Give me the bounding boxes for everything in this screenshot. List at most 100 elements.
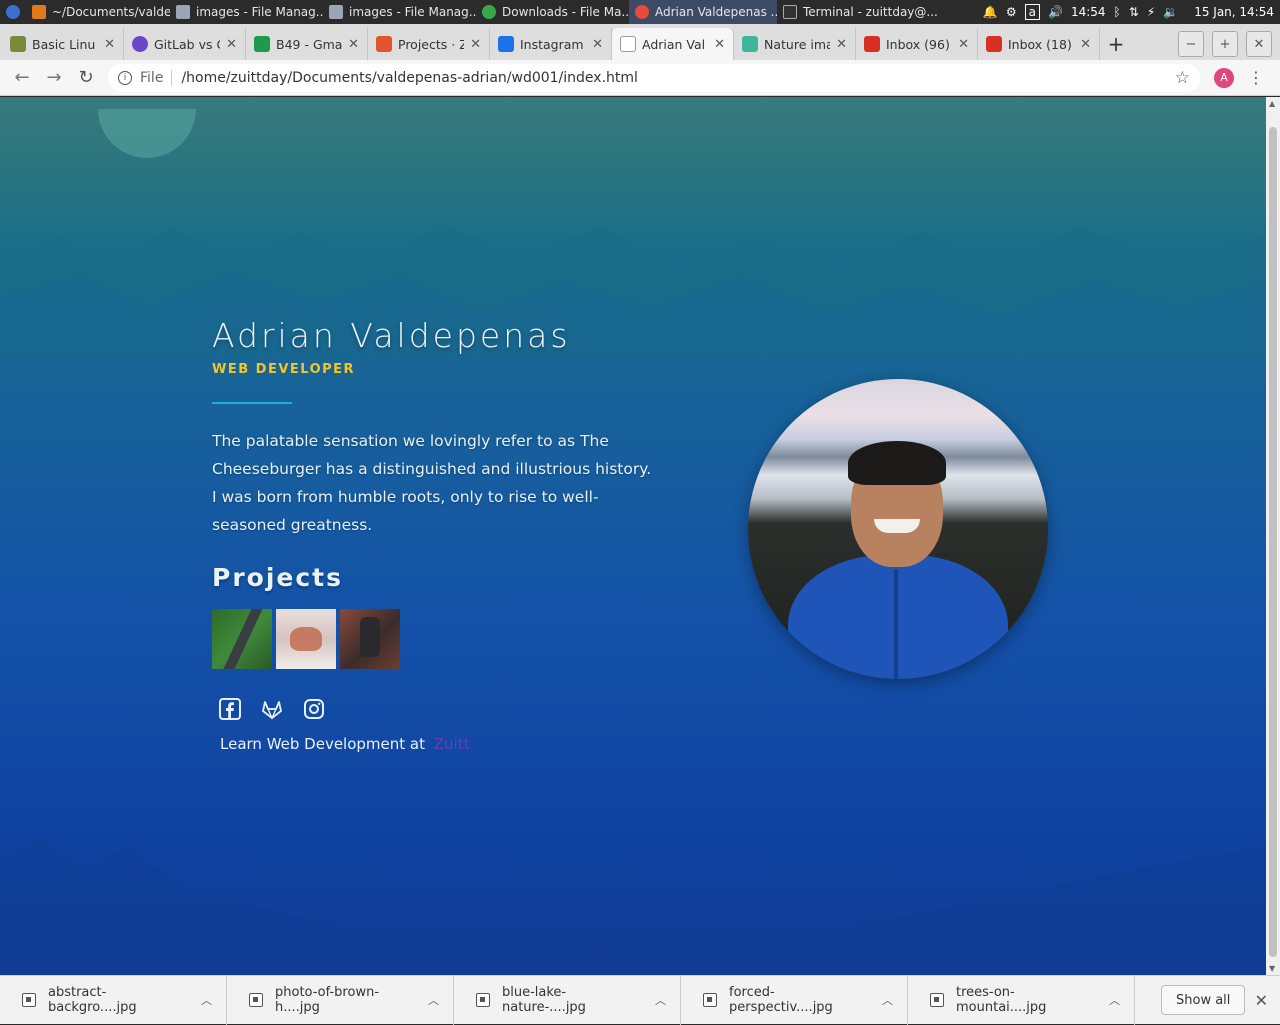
taskbar-item-browser[interactable]: Adrian Valdepenas ...: [629, 0, 777, 24]
info-icon[interactable]: i: [118, 70, 132, 85]
tab-nature-images[interactable]: Nature ima ✕: [734, 28, 856, 60]
clock-time[interactable]: 14:54: [1071, 5, 1106, 19]
chevron-up-icon[interactable]: ︿: [201, 992, 226, 1008]
image-file-icon: [930, 993, 944, 1007]
show-all-button[interactable]: Show all: [1161, 985, 1246, 1015]
instagram-icon[interactable]: [302, 697, 326, 721]
zuitt-link[interactable]: Zuitt: [434, 735, 470, 753]
os-taskbar: ~/Documents/valde... images - File Manag…: [0, 0, 1280, 24]
browser-toolbar: ← → ↻ i File /home/zuittday/Documents/va…: [0, 60, 1280, 96]
close-window-button[interactable]: ✕: [1246, 31, 1272, 57]
volume-icon[interactable]: 🔊: [1048, 5, 1063, 19]
chevron-up-icon[interactable]: ︿: [882, 992, 907, 1008]
scroll-down-arrow-icon[interactable]: ▼: [1269, 964, 1275, 973]
page-viewport: Adrian Valdepenas WEB DEVELOPER The pala…: [0, 97, 1266, 975]
project-thumb-cloud-mountain[interactable]: [276, 609, 336, 669]
taskbar-item-file-manager-2[interactable]: images - File Manag...: [323, 0, 476, 24]
tab-inbox-96[interactable]: Inbox (96) ✕: [856, 28, 978, 60]
download-item[interactable]: trees-on-mountai....jpg ︿: [908, 975, 1135, 1025]
download-item[interactable]: abstract-backgro....jpg ︿: [0, 975, 227, 1025]
close-tab-icon[interactable]: ✕: [348, 37, 359, 52]
new-tab-button[interactable]: +: [1100, 28, 1132, 60]
speaker-icon[interactable]: 🔉: [1163, 5, 1178, 19]
chrome-icon: [635, 5, 649, 19]
reload-button[interactable]: ↻: [70, 62, 102, 94]
tab-adrian-valdepenas[interactable]: Adrian Val ✕: [612, 28, 734, 60]
close-tab-icon[interactable]: ✕: [836, 37, 847, 52]
taskbar-item-downloads[interactable]: Downloads - File Ma...: [476, 0, 629, 24]
minimize-button[interactable]: −: [1178, 31, 1204, 57]
app-menu-icon: [6, 5, 20, 19]
maximize-button[interactable]: +: [1212, 31, 1238, 57]
scrollbar-thumb[interactable]: [1269, 127, 1277, 957]
power-icon[interactable]: ⚡: [1147, 5, 1155, 19]
download-item[interactable]: forced-perspectiv....jpg ︿: [681, 975, 908, 1025]
scroll-up-arrow-icon[interactable]: ▲: [1269, 99, 1275, 108]
network-icon[interactable]: ⇅: [1129, 5, 1139, 19]
tab-gitlab-vs[interactable]: GitLab vs G ✕: [124, 28, 246, 60]
social-links: [218, 697, 326, 721]
gitlab-icon: [376, 36, 392, 52]
image-file-icon: [22, 993, 36, 1007]
bluetooth-icon[interactable]: ᛒ: [1114, 5, 1121, 19]
photo-jacket: [788, 555, 1008, 679]
page-scrollbar[interactable]: ▲ ▼: [1266, 97, 1280, 975]
project-thumb-forest-road[interactable]: [212, 609, 272, 669]
browser-tab-strip: Basic Linu ✕ GitLab vs G ✕ B49 - Gma ✕ P…: [0, 24, 1280, 60]
page-icon: [620, 36, 636, 52]
close-downloads-icon[interactable]: ✕: [1255, 991, 1268, 1010]
project-thumbnails: [212, 609, 400, 669]
app-menu-button[interactable]: [0, 0, 26, 24]
gitlab-icon[interactable]: [260, 697, 284, 721]
photo-hair: [848, 441, 946, 485]
tab-b49-gmail[interactable]: B49 - Gma ✕: [246, 28, 368, 60]
menu-kebab-icon[interactable]: ⋮: [1248, 68, 1264, 87]
close-tab-icon[interactable]: ✕: [592, 37, 603, 52]
tab-projects[interactable]: Projects · Z ✕: [368, 28, 490, 60]
url-text[interactable]: /home/zuittday/Documents/valdepenas-adri…: [181, 70, 637, 86]
project-thumb-camera-hand[interactable]: [340, 609, 400, 669]
photo-smile: [874, 519, 920, 533]
close-tab-icon[interactable]: ✕: [714, 37, 725, 52]
clock-date[interactable]: 15 Jan, 14:54: [1194, 5, 1274, 19]
bookmark-star-icon[interactable]: ☆: [1175, 68, 1190, 88]
back-button[interactable]: ←: [6, 62, 38, 94]
tab-basic-linux[interactable]: Basic Linu ✕: [2, 28, 124, 60]
robot-icon: [10, 36, 26, 52]
taskbar-item-file-manager-1[interactable]: images - File Manag...: [170, 0, 323, 24]
mountain-ridge-top: [0, 222, 1266, 357]
close-tab-icon[interactable]: ✕: [470, 37, 481, 52]
chevron-up-icon[interactable]: ︿: [1109, 992, 1134, 1008]
forward-button[interactable]: →: [38, 62, 70, 94]
close-tab-icon[interactable]: ✕: [1080, 37, 1091, 52]
taskbar-item-editor[interactable]: ~/Documents/valde...: [26, 0, 170, 24]
chevron-up-icon[interactable]: ︿: [655, 992, 680, 1008]
bell-icon[interactable]: 🔔: [983, 5, 998, 19]
tab-instagram[interactable]: Instagram ✕: [490, 28, 612, 60]
close-tab-icon[interactable]: ✕: [226, 37, 237, 52]
sublime-icon: [32, 5, 46, 19]
projects-heading: Projects: [212, 563, 344, 592]
close-tab-icon[interactable]: ✕: [958, 37, 969, 52]
address-bar[interactable]: i File /home/zuittday/Documents/valdepen…: [108, 63, 1200, 92]
mountain-ridge-bottom: [0, 837, 1266, 975]
facebook-icon[interactable]: [218, 697, 242, 721]
close-tab-icon[interactable]: ✕: [104, 37, 115, 52]
image-file-icon: [476, 993, 490, 1007]
gmail-icon: [864, 36, 880, 52]
chevron-up-icon[interactable]: ︿: [428, 992, 453, 1008]
flag-icon: [498, 36, 514, 52]
gear-icon[interactable]: ⚙: [1006, 5, 1017, 19]
download-item[interactable]: photo-of-brown-h....jpg ︿: [227, 975, 454, 1025]
download-item[interactable]: blue-lake-nature-....jpg ︿: [454, 975, 681, 1025]
image-file-icon: [249, 993, 263, 1007]
downloads-bar: abstract-backgro....jpg ︿ photo-of-brown…: [0, 975, 1280, 1025]
profile-photo: [748, 379, 1048, 679]
learn-line: Learn Web Development at Zuitt: [220, 735, 469, 753]
photo-zipper: [894, 569, 898, 679]
download-icon: [482, 5, 496, 19]
taskbar-item-terminal[interactable]: Terminal - zuittday@...: [777, 0, 937, 24]
profile-avatar[interactable]: A: [1214, 67, 1234, 88]
tab-inbox-18[interactable]: Inbox (18) ✕: [978, 28, 1100, 60]
keyboard-layout-icon[interactable]: a: [1024, 4, 1040, 20]
